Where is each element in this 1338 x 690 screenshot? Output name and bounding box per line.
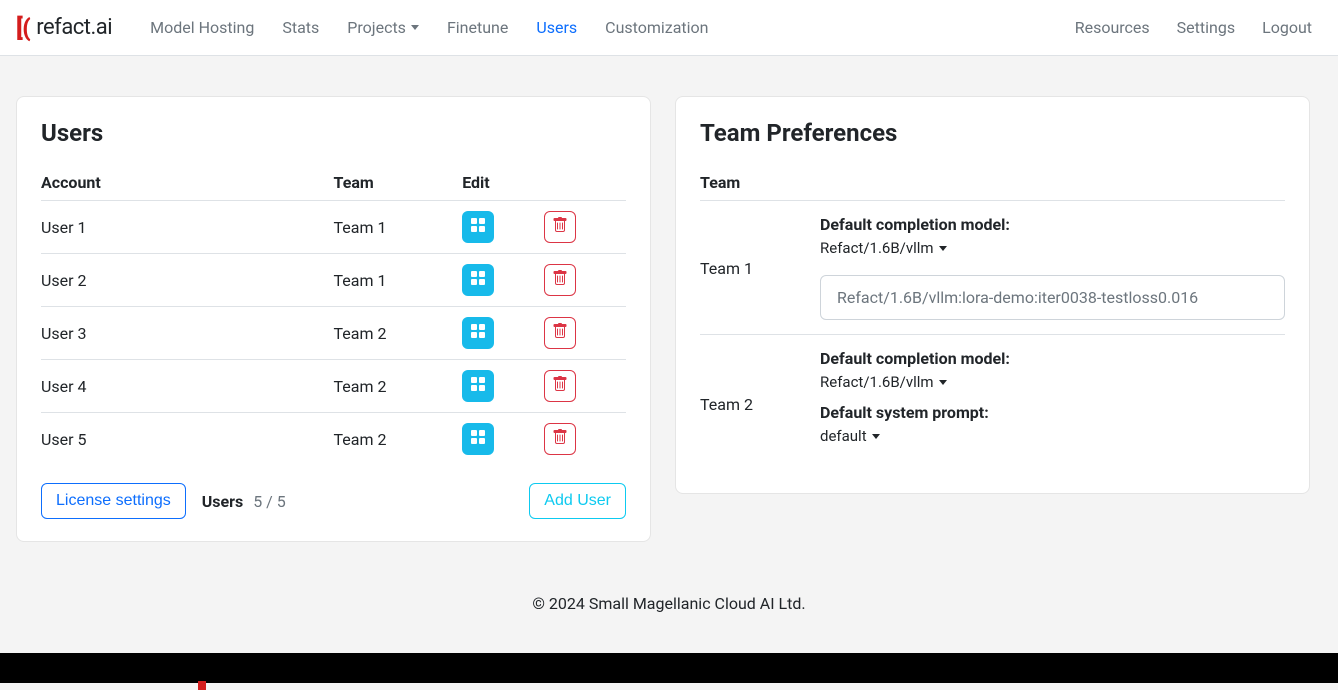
trash-icon (552, 429, 568, 449)
delete-user-button[interactable] (544, 211, 576, 243)
trash-icon (552, 376, 568, 396)
edit-user-button[interactable] (462, 211, 494, 243)
system-prompt-dropdown[interactable]: default (820, 427, 880, 445)
trash-icon (552, 270, 568, 290)
nav-customization[interactable]: Customization (593, 10, 720, 45)
qr-icon (470, 217, 486, 237)
pref-team-body: Default completion model: Refact/1.6B/vl… (820, 215, 1285, 320)
bottom-black-bar (0, 653, 1338, 683)
col-header-edit: Edit (462, 165, 626, 201)
table-row: User 5Team 2 (41, 413, 626, 466)
users-card: Users Account Team Edit User 1Team 1User… (16, 96, 651, 542)
cell-team: Team 1 (334, 201, 463, 254)
cell-actions (462, 307, 626, 360)
users-table: Account Team Edit User 1Team 1User 2Team… (41, 165, 626, 465)
table-row: User 2Team 1 (41, 254, 626, 307)
completion-model-dropdown[interactable]: Refact/1.6B/vllm (820, 239, 947, 257)
completion-model-detail: Refact/1.6B/vllm:lora-demo:iter0038-test… (820, 275, 1285, 320)
pref-row-team1: Team 1 Default completion model: Refact/… (700, 200, 1285, 334)
trash-icon (552, 217, 568, 237)
cell-account: User 5 (41, 413, 334, 466)
cell-team: Team 2 (334, 413, 463, 466)
brand-name: refact.ai (36, 15, 112, 40)
cell-actions (462, 254, 626, 307)
nav-users[interactable]: Users (524, 10, 589, 45)
prefs-card: Team Preferences Team Team 1 Default com… (675, 96, 1310, 494)
chevron-down-icon (939, 246, 947, 251)
qr-icon (470, 323, 486, 343)
cell-account: User 4 (41, 360, 334, 413)
chevron-down-icon (872, 434, 880, 439)
trash-icon (552, 323, 568, 343)
pref-team-name: Team 2 (700, 349, 820, 457)
nav-model-hosting[interactable]: Model Hosting (138, 10, 266, 45)
prefs-table: Team (700, 165, 1285, 200)
brand[interactable]: [( refact.ai (16, 14, 112, 42)
topbar: [( refact.ai Model Hosting Stats Project… (0, 0, 1338, 56)
completion-model-dropdown[interactable]: Refact/1.6B/vllm (820, 373, 947, 391)
pref-row-team2: Team 2 Default completion model: Refact/… (700, 334, 1285, 471)
main-container: Users Account Team Edit User 1Team 1User… (0, 56, 1338, 566)
col-header-account: Account (41, 165, 334, 201)
cell-team: Team 1 (334, 254, 463, 307)
cell-actions (462, 201, 626, 254)
delete-user-button[interactable] (544, 370, 576, 402)
prefs-team-header: Team (700, 165, 1285, 200)
edit-user-button[interactable] (462, 370, 494, 402)
completion-model-label: Default completion model: (820, 349, 1285, 368)
table-row: User 1Team 1 (41, 201, 626, 254)
cell-account: User 1 (41, 201, 334, 254)
nav-projects[interactable]: Projects (335, 10, 431, 45)
topbar-right: Resources Settings Logout (1065, 10, 1322, 45)
pref-team-name: Team 1 (700, 215, 820, 320)
add-user-button[interactable]: Add User (529, 483, 626, 519)
completion-model-label: Default completion model: (820, 215, 1285, 234)
users-title: Users (41, 119, 626, 147)
qr-icon (470, 376, 486, 396)
col-header-team: Team (334, 165, 463, 201)
nav-finetune[interactable]: Finetune (435, 10, 520, 45)
cell-team: Team 2 (334, 360, 463, 413)
users-footer-left: License settings Users 5 / 5 (41, 483, 286, 519)
chevron-down-icon (939, 380, 947, 385)
delete-user-button[interactable] (544, 317, 576, 349)
cell-actions (462, 360, 626, 413)
users-footer: License settings Users 5 / 5 Add User (41, 465, 626, 519)
cell-team: Team 2 (334, 307, 463, 360)
pref-team-body: Default completion model: Refact/1.6B/vl… (820, 349, 1285, 457)
edit-user-button[interactable] (462, 423, 494, 455)
users-count-label: Users (202, 492, 243, 511)
system-prompt-label: Default system prompt: (820, 403, 1285, 422)
edit-user-button[interactable] (462, 264, 494, 296)
logo-icon: [( (16, 14, 30, 42)
delete-user-button[interactable] (544, 264, 576, 296)
cell-account: User 2 (41, 254, 334, 307)
edit-user-button[interactable] (462, 317, 494, 349)
topbar-left: [( refact.ai Model Hosting Stats Project… (16, 10, 721, 45)
cell-account: User 3 (41, 307, 334, 360)
nav-settings[interactable]: Settings (1167, 10, 1248, 45)
users-count-value: 5 / 5 (253, 492, 286, 511)
cell-actions (462, 413, 626, 466)
page-footer: © 2024 Small Magellanic Cloud AI Ltd. (0, 566, 1338, 653)
nav-resources[interactable]: Resources (1065, 10, 1163, 45)
red-accent-dot (198, 681, 206, 690)
chevron-down-icon (411, 25, 419, 30)
qr-icon (470, 429, 486, 449)
prefs-title: Team Preferences (700, 119, 1285, 147)
nav-links: Model Hosting Stats Projects Finetune Us… (138, 10, 720, 45)
qr-icon (470, 270, 486, 290)
nav-stats[interactable]: Stats (270, 10, 331, 45)
license-settings-button[interactable]: License settings (41, 483, 186, 519)
delete-user-button[interactable] (544, 423, 576, 455)
nav-logout[interactable]: Logout (1252, 10, 1322, 45)
table-row: User 4Team 2 (41, 360, 626, 413)
table-row: User 3Team 2 (41, 307, 626, 360)
